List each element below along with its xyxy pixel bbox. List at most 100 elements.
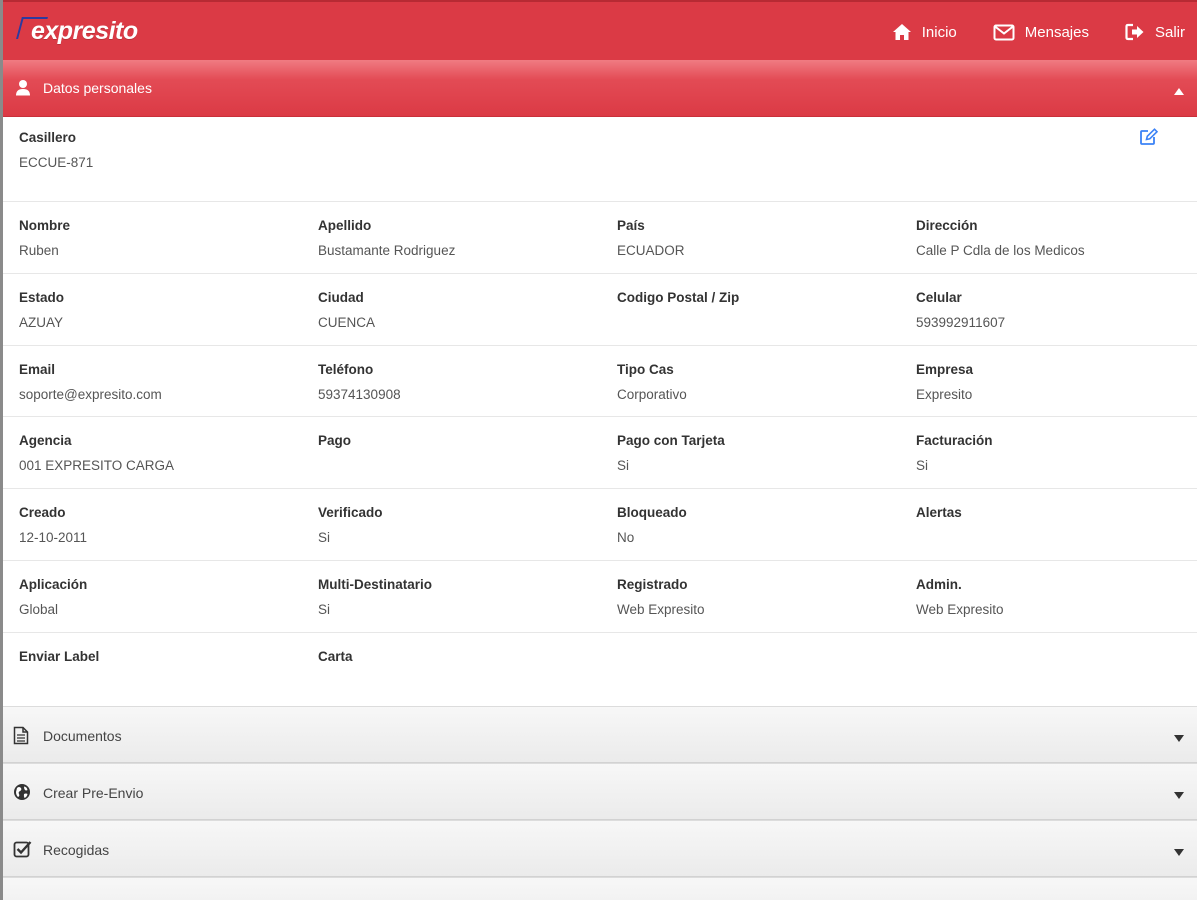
nav-messages[interactable]: Mensajes [993, 24, 1089, 41]
field-value: Ruben [19, 243, 59, 258]
field-label: Email [19, 361, 56, 377]
field-value: Calle P Cdla de los Medicos [916, 243, 1085, 258]
field-row: Enviar Label Carta [3, 631, 1197, 704]
logo-text: expresito [31, 17, 138, 45]
field-alertas: Alertas [900, 489, 1197, 560]
field-value: 59374130908 [318, 386, 401, 402]
field-label: Admin. [916, 576, 962, 592]
field-value: ECUADOR [617, 243, 685, 258]
field-value: Si [318, 530, 331, 546]
sign-out-icon [1125, 23, 1145, 41]
nav-logout[interactable]: Salir [1125, 23, 1185, 41]
field-direccion: Dirección Calle P Cdla de los Medicos [900, 202, 1197, 273]
section-next[interactable] [3, 877, 1197, 900]
document-icon [13, 726, 29, 750]
nav-home[interactable]: Inicio [892, 23, 957, 41]
field-telefono: Teléfono 59374130908 [302, 346, 601, 417]
field-row: Aplicación Global Multi-Destinatario Si Re… [3, 559, 1197, 632]
field-verificado: Verificado Si [302, 489, 601, 560]
field-value: No [617, 530, 635, 546]
field-row: Estado AZUAY Ciudad CUENCA Codigo Postal /… [3, 272, 1197, 345]
field-bloqueado: Bloqueado No [601, 489, 900, 560]
field-label: Teléfono [318, 361, 374, 377]
field-label: Bloqueado [617, 505, 687, 521]
field-codigo-postal: Codigo Postal / Zip [601, 274, 900, 345]
field-label: Empresa [916, 361, 974, 377]
section-crear-pre-envio[interactable]: Crear Pre-Envio [3, 763, 1197, 820]
field-row: Agencia 001 EXPRESITO CARGA Pago Pago con… [3, 416, 1197, 488]
section-crear-pre-envio-label: Crear Pre-Envio [43, 785, 144, 801]
nav-logout-label: Salir [1154, 23, 1185, 41]
field-aplicacion: Aplicación Global [3, 561, 302, 632]
field-label: Enviar Label [19, 648, 100, 664]
field-label: Pago [318, 433, 352, 449]
field-value: soporte@expresito.com [19, 386, 162, 402]
field-nombre: Nombre Ruben [3, 202, 302, 273]
logo[interactable]: expresito [16, 15, 167, 45]
field-label: Dirección [916, 218, 978, 233]
top-nav: Inicio Mensajes Salir [892, 19, 1185, 45]
field-label: Facturación [916, 433, 993, 449]
field-value: Si [617, 458, 630, 474]
field-label: Creado [19, 505, 66, 521]
field-facturacion: Facturación Si [900, 417, 1197, 488]
casillero-label: Casillero [19, 130, 77, 145]
personal-data-title: Datos personales [43, 80, 152, 96]
home-icon [892, 23, 912, 41]
field-label: Celular [916, 289, 962, 305]
field-email: Email soporte@expresito.com [3, 346, 302, 417]
app-frame: expresito Inicio Mensajes Salir Datos pe… [0, 0, 1197, 900]
section-recogidas[interactable]: Recogidas [3, 820, 1197, 877]
field-label: Apellido [318, 218, 372, 233]
field-label: País [617, 218, 645, 233]
field-value: AZUAY [19, 314, 64, 330]
field-row: Email soporte@expresito.com Teléfono 59374… [3, 344, 1197, 417]
caret-down-icon [1173, 787, 1185, 805]
checkbox-icon [13, 840, 32, 863]
field-label: Carta [318, 648, 353, 664]
caret-down-icon [1173, 844, 1185, 862]
field-admin: Admin. Web Expresito [900, 561, 1197, 632]
field-value: Web Expresito [916, 601, 1004, 617]
field-pago: Pago [302, 417, 601, 488]
section-documentos[interactable]: Documentos [3, 706, 1197, 763]
field-value: Bustamante Rodriguez [318, 243, 456, 258]
field-label: Aplicación [19, 576, 88, 592]
field-value: 001 EXPRESITO CARGA [19, 458, 175, 474]
field-estado: Estado AZUAY [3, 274, 302, 345]
field-value: 12-10-2011 [19, 530, 88, 546]
field-value: Web Expresito [617, 601, 705, 617]
field-label: Nombre [19, 218, 71, 233]
field-label: Pago con Tarjeta [617, 433, 725, 449]
field-label: Agencia [19, 433, 72, 449]
field-multi-destinatario: Multi-Destinatario Si [302, 561, 601, 632]
field-tipo-cas: Tipo Cas Corporativo [601, 346, 900, 417]
edit-icon[interactable] [1139, 128, 1159, 151]
field-value: Si [916, 458, 929, 474]
globe-icon [13, 783, 31, 806]
field-empresa: Empresa Expresito [900, 346, 1197, 417]
field-celular: Celular 593992911607 [900, 274, 1197, 345]
caret-up-icon [1173, 83, 1185, 101]
field-pais: País ECUADOR [601, 202, 900, 273]
envelope-icon [993, 24, 1015, 41]
personal-data-header[interactable]: Datos personales [3, 60, 1197, 117]
field-row: Nombre Ruben Apellido Bustamante Rodriguez… [3, 201, 1197, 273]
field-label: Tipo Cas [617, 361, 674, 377]
field-carta: Carta [302, 633, 601, 704]
field-ciudad: Ciudad CUENCA [302, 274, 601, 345]
field-value: Global [19, 601, 59, 617]
section-recogidas-label: Recogidas [43, 842, 110, 858]
casillero-field: Casillero ECCUE-871 [19, 130, 93, 170]
field-label: Estado [19, 289, 65, 305]
field-agencia: Agencia 001 EXPRESITO CARGA [3, 417, 302, 488]
field-value: CUENCA [318, 314, 376, 330]
section-documentos-label: Documentos [43, 728, 122, 744]
field-value: Si [318, 601, 331, 617]
nav-messages-label: Mensajes [1024, 23, 1089, 41]
field-label: Registrado [617, 576, 688, 592]
field-value: Expresito [916, 386, 973, 402]
personal-data-grid: Nombre Ruben Apellido Bustamante Rodriguez… [3, 201, 1197, 704]
field-value: Corporativo [617, 386, 687, 402]
field-value: 593992911607 [916, 314, 1006, 330]
